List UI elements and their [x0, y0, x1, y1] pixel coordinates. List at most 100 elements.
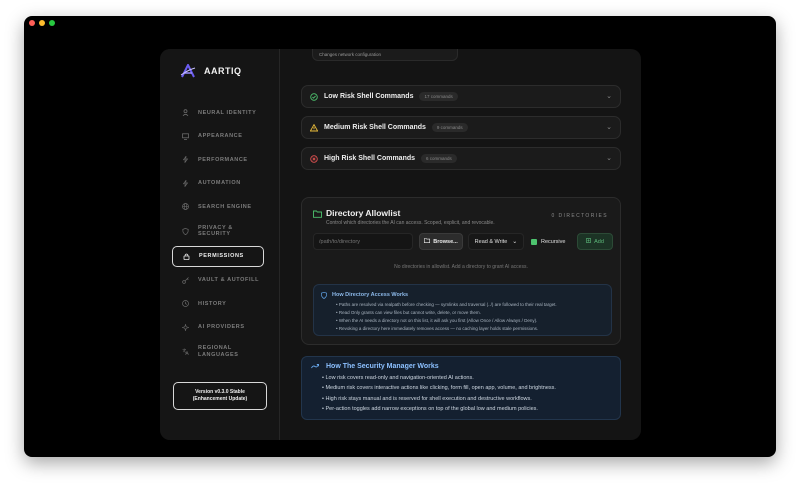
- check-circle-icon: [310, 88, 318, 106]
- access-mode-value: Read & Write: [474, 238, 508, 245]
- sidebar-item-label: PERMISSIONS: [199, 252, 244, 259]
- chevron-down-icon: ⌄: [606, 124, 612, 131]
- bolt-icon: [182, 155, 189, 164]
- command-count-badge: 17 commands: [419, 92, 458, 101]
- sidebar-item-permissions[interactable]: PERMISSIONS: [172, 245, 264, 267]
- plus-icon: [586, 238, 592, 245]
- command-count-badge: 9 commands: [431, 123, 468, 132]
- minimize-window-button[interactable]: [39, 20, 45, 26]
- sidebar-item-label: PRIVACY & SECURITY: [198, 224, 233, 238]
- accordion-high-risk[interactable]: High Risk Shell Commands 6 commands ⌄: [301, 147, 621, 170]
- chevron-down-icon: ⌄: [606, 155, 612, 162]
- accordion-title: High Risk Shell Commands: [324, 155, 416, 162]
- security-manager-item: • Per-action toggles add narrow exceptio…: [322, 406, 538, 413]
- browse-button[interactable]: Browse...: [419, 233, 463, 250]
- sidebar-item-label: AUTOMATION: [198, 180, 241, 186]
- shield-icon: [182, 227, 189, 235]
- directory-allowlist-description: Control which directories the AI can acc…: [326, 220, 495, 226]
- security-manager-list: • Low risk covers read-only and navigati…: [322, 373, 556, 415]
- key-icon: [182, 277, 189, 284]
- brand: AARTIQ: [180, 64, 242, 78]
- sidebar-item-performance[interactable]: PERFORMANCE: [172, 148, 264, 172]
- sidebar-item-label: AI PROVIDERS: [198, 324, 245, 330]
- sidebar-item-neural-identity[interactable]: NEURAL IDENTITY: [172, 101, 264, 125]
- lock-icon: [183, 253, 190, 260]
- security-manager-item: • High risk stays manual and is reserved…: [322, 395, 532, 402]
- sidebar-item-search-engine[interactable]: SEARCH ENGINE: [172, 195, 264, 219]
- bolt-icon: [182, 178, 189, 187]
- info-item: • Revoking a directory here immediately …: [336, 326, 539, 331]
- security-manager-item: • Low risk covers read-only and navigati…: [322, 375, 474, 381]
- sidebar-item-label: HISTORY: [198, 300, 227, 307]
- warning-icon: [309, 119, 319, 137]
- command-count-badge: 6 commands: [421, 154, 457, 163]
- access-mode-select[interactable]: Read & Write ⌄: [468, 233, 524, 250]
- folder-icon: [313, 210, 322, 220]
- sidebar-item-label: SEARCH ENGINE: [198, 203, 252, 210]
- sidebar: AARTIQ NEURAL IDENTITY APPEARANCE PERFOR…: [160, 49, 280, 440]
- window-controls: [29, 20, 55, 26]
- info-item: • Paths are resolved via realpath before…: [336, 302, 557, 307]
- permission-card: Changes network configuration: [312, 49, 458, 61]
- history-icon: [182, 300, 189, 308]
- sidebar-item-automation[interactable]: AUTOMATION: [172, 172, 264, 196]
- directory-access-info: How Directory Access Works • Paths are r…: [313, 284, 612, 336]
- directory-path-input[interactable]: [313, 233, 413, 250]
- sidebar-item-label: REGIONAL LANGUAGES: [198, 345, 239, 358]
- chevron-down-icon: ⌄: [512, 239, 518, 245]
- x-circle-icon: [310, 150, 318, 168]
- directory-access-info-list: • Paths are resolved via realpath before…: [336, 301, 557, 333]
- accordion-title: Medium Risk Shell Commands: [324, 124, 426, 131]
- sidebar-item-vault-autofill[interactable]: VAULT & AUTOFILL: [172, 269, 264, 293]
- info-item: • When the AI needs a directory not on t…: [336, 318, 538, 323]
- sidebar-item-label: APPEARANCE: [198, 133, 243, 139]
- directory-allowlist-title: Directory Allowlist: [326, 208, 401, 218]
- sidebar-item-label: PERFORMANCE: [198, 156, 248, 163]
- directory-count: 0 DIRECTORIES: [551, 213, 608, 219]
- accordion-low-risk[interactable]: Low Risk Shell Commands 17 commands ⌄: [301, 85, 621, 108]
- chevron-down-icon: ⌄: [606, 93, 612, 100]
- version-subline: (Enhancement Update): [192, 396, 248, 402]
- sparkle-icon: [181, 322, 190, 332]
- brand-logo-icon: [180, 64, 196, 78]
- globe-icon: [182, 203, 189, 211]
- checkbox-checked-icon: [531, 238, 537, 245]
- directory-access-info-title: How Directory Access Works: [332, 292, 409, 298]
- accordion-medium-risk[interactable]: Medium Risk Shell Commands 9 commands ⌄: [301, 116, 621, 139]
- sidebar-nav: NEURAL IDENTITY APPEARANCE PERFORMANCE A…: [172, 101, 264, 364]
- version-line: Version v0.3.0 Stable: [195, 389, 245, 395]
- directory-allowlist-card: Directory Allowlist Control which direct…: [301, 197, 621, 345]
- shield-icon: [320, 291, 328, 301]
- security-manager-title: How The Security Manager Works: [326, 363, 439, 370]
- sidebar-item-regional-languages[interactable]: REGIONAL LANGUAGES: [172, 339, 264, 364]
- recursive-checkbox[interactable]: Recursive: [528, 233, 574, 250]
- info-icon: [311, 363, 319, 372]
- sidebar-item-appearance[interactable]: APPEARANCE: [172, 125, 264, 149]
- settings-panel: AARTIQ NEURAL IDENTITY APPEARANCE PERFOR…: [160, 49, 641, 440]
- accordion-title: Low Risk Shell Commands: [324, 93, 414, 100]
- user-icon: [182, 109, 189, 117]
- language-icon: [182, 348, 189, 355]
- sidebar-item-privacy-security[interactable]: PRIVACY & SECURITY: [172, 219, 264, 244]
- recursive-label: Recursive: [541, 238, 566, 245]
- security-manager-item: • Medium risk covers interactive actions…: [322, 385, 556, 392]
- info-item: • Read Only grants can view files but ca…: [336, 310, 481, 315]
- brand-name: AARTIQ: [204, 66, 242, 76]
- monitor-icon: [182, 133, 189, 140]
- main-content: Changes network configuration Low Risk S…: [280, 49, 641, 440]
- security-manager-info: How The Security Manager Works • Low ris…: [301, 356, 621, 420]
- permission-card-subtitle: Changes network configuration: [319, 52, 382, 57]
- version-badge[interactable]: Version v0.3.0 Stable (Enhancement Updat…: [173, 382, 267, 410]
- add-directory-button[interactable]: Add: [577, 233, 613, 250]
- zoom-window-button[interactable]: [49, 20, 55, 26]
- sidebar-item-label: VAULT & AUTOFILL: [198, 277, 260, 283]
- close-window-button[interactable]: [29, 20, 35, 26]
- sidebar-item-history[interactable]: HISTORY: [172, 292, 264, 316]
- sidebar-item-ai-providers[interactable]: AI PROVIDERS: [172, 316, 264, 340]
- browse-label: Browse...: [433, 238, 458, 245]
- empty-allowlist-message: No directories in allowlist. Add a direc…: [394, 264, 528, 270]
- folder-icon: [424, 238, 431, 245]
- app-window: AARTIQ NEURAL IDENTITY APPEARANCE PERFOR…: [24, 16, 776, 457]
- sidebar-item-label: NEURAL IDENTITY: [198, 109, 257, 116]
- add-label: Add: [594, 238, 604, 245]
